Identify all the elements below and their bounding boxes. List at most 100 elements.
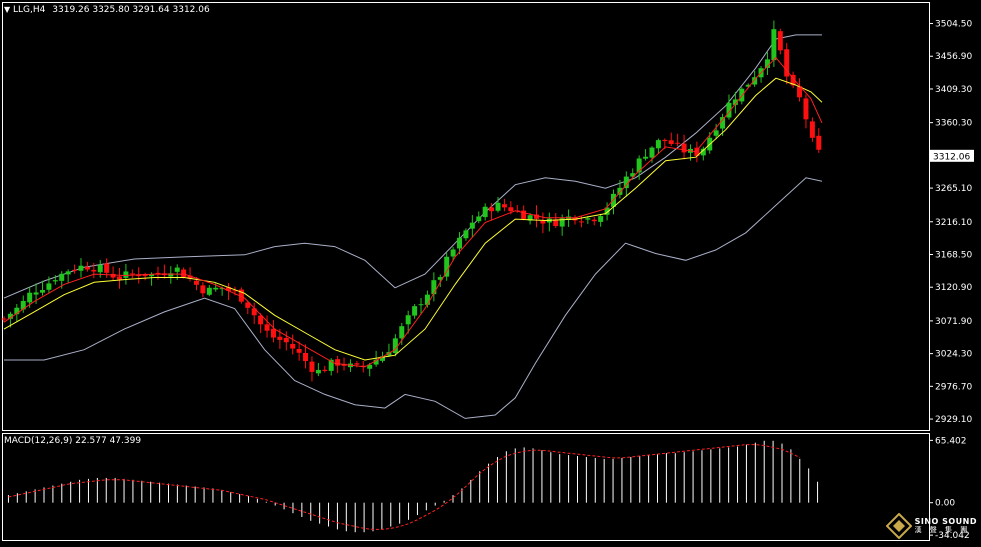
candle-body: [508, 207, 514, 212]
moving-averages: [3, 56, 823, 368]
candle-body: [46, 283, 52, 290]
candle-body: [649, 147, 655, 158]
price-tick-label: 3504.50: [935, 20, 972, 30]
candle-body: [39, 290, 45, 293]
current-price-label: 3312.06: [933, 152, 970, 162]
candle-body: [495, 202, 501, 211]
candle-body: [315, 369, 321, 374]
price-tick-label: 3168.50: [935, 250, 972, 260]
candle-body: [489, 207, 495, 212]
candle-body: [476, 216, 482, 222]
candle-body: [116, 276, 122, 280]
ohlc-values: 3319.26 3325.80 3291.64 3312.06: [52, 5, 210, 15]
candle-body: [585, 218, 591, 220]
candle-body: [309, 361, 315, 372]
chart-root: 3504.50 3456.90 3409.30 3360.30 3265.10 3216.…: [0, 0, 981, 543]
candle-body: [457, 237, 463, 249]
candle-body: [636, 158, 642, 173]
candle-body: [123, 271, 129, 278]
candle-body: [816, 135, 822, 150]
candle-body: [578, 221, 584, 223]
candle-body: [97, 264, 103, 273]
candle-body: [84, 266, 90, 270]
bollinger-lower-line: [4, 177, 823, 419]
price-tick-label: 3071.90: [935, 317, 972, 327]
price-axis: 3504.50 3456.90 3409.30 3360.30 3265.10 3216.…: [929, 20, 974, 425]
candle-body: [91, 269, 97, 272]
ma-fast-line: [3, 56, 823, 368]
candle-body: [803, 98, 809, 120]
candle-body: [405, 315, 411, 325]
candle-body: [720, 117, 726, 129]
candle-body: [598, 216, 604, 222]
candle-body: [501, 204, 507, 208]
candle-body: [463, 230, 469, 239]
candle-body: [713, 130, 719, 136]
candle-body: [431, 280, 437, 295]
candle-body: [412, 306, 418, 316]
price-tick-label: 2976.70: [935, 382, 972, 392]
candle-body: [213, 287, 219, 290]
candle-body: [181, 269, 187, 277]
price-tick-label: 3409.30: [935, 85, 972, 95]
candle-body: [540, 220, 546, 224]
candle-body: [200, 285, 206, 294]
candle-body: [777, 31, 783, 51]
candle-body: [424, 294, 430, 305]
candle-body: [354, 363, 360, 365]
sino-sound-logo: SINO SOUND 漢 聲 集 團: [885, 513, 977, 539]
price-tick-label: 3360.30: [935, 119, 972, 129]
collapse-triangle-icon[interactable]: ▼: [4, 5, 10, 14]
candle-body: [469, 222, 475, 229]
candle-body: [264, 324, 270, 331]
ma-slow-line: [3, 77, 823, 361]
candle-body: [129, 273, 135, 275]
candle-body: [1, 318, 7, 320]
candle-body: [193, 280, 199, 285]
candle-body: [78, 265, 84, 271]
macd-header: MACD(12,26,9) 22.577 47.399: [4, 436, 141, 447]
price-tick-label: 3265.10: [935, 184, 972, 194]
logo-brand-cn: 漢 聲 集 團: [914, 526, 971, 534]
candle-body: [52, 280, 58, 282]
candle-body: [450, 249, 456, 257]
candle-body: [681, 143, 687, 153]
macd-tick-label: 65.402: [935, 436, 967, 446]
bollinger-bands: [3, 34, 823, 419]
candle-body: [33, 292, 39, 295]
candle-body: [59, 273, 65, 281]
candle-body: [303, 353, 309, 362]
candle-body: [482, 206, 488, 218]
candle-body: [662, 139, 668, 142]
chart-canvas: 3504.50 3456.90 3409.30 3360.30 3265.10 3216.…: [1, 2, 974, 541]
candle-body: [643, 156, 649, 159]
candle-body: [809, 121, 815, 138]
candle-body: [591, 219, 597, 222]
candle-body: [270, 328, 276, 338]
candle-body: [335, 359, 341, 366]
candle-body: [72, 269, 78, 271]
price-tick-label: 3024.30: [935, 350, 972, 360]
candle-body: [418, 304, 424, 306]
candle-body: [277, 336, 283, 340]
candle-body: [771, 29, 777, 61]
candle-body: [296, 349, 302, 353]
price-tick-label: 3120.90: [935, 283, 972, 293]
logo-emblem-icon: [885, 513, 912, 539]
candle-body: [668, 140, 674, 144]
candle-body: [675, 142, 681, 144]
candle-body: [104, 263, 110, 273]
macd-label: MACD(12,26,9) 22.577 47.399: [4, 436, 142, 446]
symbol-label: LLG,H4: [13, 5, 46, 15]
candle-body: [290, 343, 296, 349]
price-tick-label: 3216.10: [935, 218, 972, 228]
candle-body: [27, 292, 33, 303]
candle-body: [399, 326, 405, 339]
candle-body: [174, 267, 180, 272]
bollinger-upper-line: [3, 34, 822, 299]
logo-brand-en: SINO SOUND: [914, 517, 977, 526]
macd-panel: [7, 440, 819, 533]
candle-body: [65, 271, 71, 275]
chart-header: ▼ LLG,H4 3319.26 3325.80 3291.64 3312.06: [4, 4, 210, 16]
macd-signal-line: [8, 444, 801, 530]
